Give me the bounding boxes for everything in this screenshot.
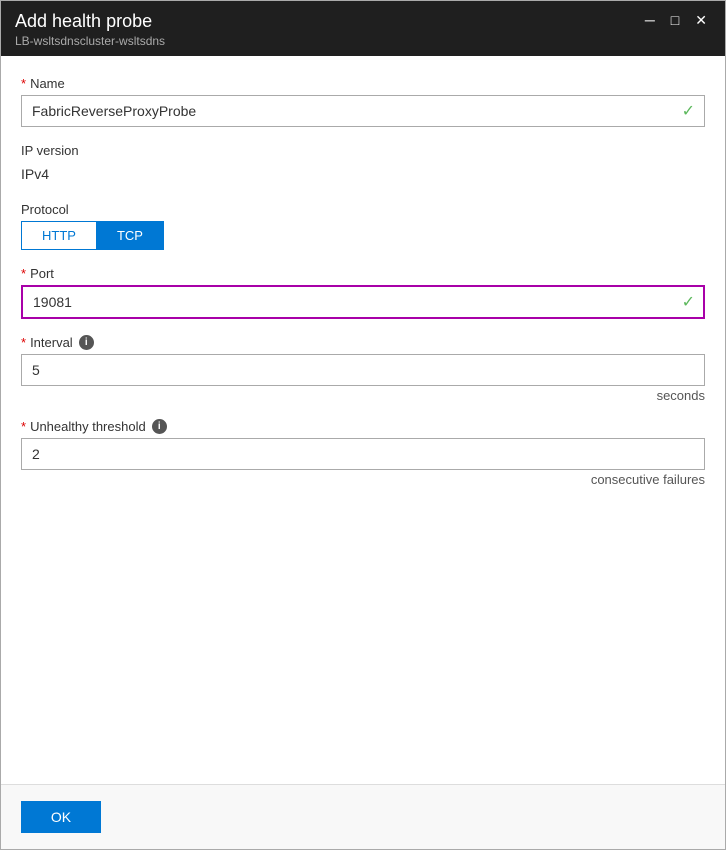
name-required-star: * (21, 76, 26, 91)
title-bar-left: Add health probe LB-wsltsdnscluster-wslt… (15, 11, 165, 48)
interval-unit-text: seconds (657, 388, 705, 403)
add-health-probe-window: Add health probe LB-wsltsdnscluster-wslt… (0, 0, 726, 850)
unhealthy-unit-text: consecutive failures (591, 472, 705, 487)
ok-button[interactable]: OK (21, 801, 101, 833)
ip-version-label: IP version (21, 143, 705, 158)
name-input-wrapper: ✓ (21, 95, 705, 127)
interval-label-text: Interval (30, 335, 73, 350)
protocol-tcp-button[interactable]: TCP (96, 221, 164, 250)
interval-field-group: * Interval i seconds (21, 335, 705, 403)
protocol-field-group: Protocol HTTP TCP (21, 202, 705, 250)
port-input-wrapper: ✓ (21, 285, 705, 319)
interval-required-star: * (21, 335, 26, 350)
interval-input[interactable] (21, 354, 705, 386)
restore-button[interactable]: □ (667, 11, 683, 29)
ip-version-field-group: IP version IPv4 (21, 143, 705, 186)
protocol-http-button[interactable]: HTTP (21, 221, 96, 250)
port-input[interactable] (21, 285, 705, 319)
port-label-text: Port (30, 266, 54, 281)
name-check-icon: ✓ (682, 101, 695, 121)
window-controls: ─ □ ✕ (641, 11, 711, 29)
unhealthy-label: * Unhealthy threshold i (21, 419, 705, 434)
name-field-group: * Name ✓ (21, 76, 705, 127)
protocol-toggle-group: HTTP TCP (21, 221, 705, 250)
unhealthy-input[interactable] (21, 438, 705, 470)
name-label-text: Name (30, 76, 65, 91)
interval-unit-row: seconds (21, 388, 705, 403)
name-label: * Name (21, 76, 705, 91)
interval-label: * Interval i (21, 335, 705, 350)
name-input[interactable] (21, 95, 705, 127)
unhealthy-required-star: * (21, 419, 26, 434)
port-check-icon: ✓ (682, 292, 695, 312)
form-content: * Name ✓ IP version IPv4 Protocol HTTP T… (1, 56, 725, 784)
window-title: Add health probe (15, 11, 165, 32)
interval-info-icon[interactable]: i (79, 335, 94, 350)
port-required-star: * (21, 266, 26, 281)
unhealthy-unit-row: consecutive failures (21, 472, 705, 487)
port-field-group: * Port ✓ (21, 266, 705, 319)
window-subtitle: LB-wsltsdnscluster-wsltsdns (15, 34, 165, 48)
close-button[interactable]: ✕ (691, 11, 711, 29)
footer: OK (1, 784, 725, 849)
ip-version-value: IPv4 (21, 162, 705, 186)
unhealthy-info-icon[interactable]: i (152, 419, 167, 434)
protocol-label: Protocol (21, 202, 705, 217)
minimize-button[interactable]: ─ (641, 11, 659, 29)
port-label: * Port (21, 266, 705, 281)
unhealthy-threshold-field-group: * Unhealthy threshold i consecutive fail… (21, 419, 705, 487)
protocol-label-text: Protocol (21, 202, 69, 217)
unhealthy-label-text: Unhealthy threshold (30, 419, 146, 434)
title-bar: Add health probe LB-wsltsdnscluster-wslt… (1, 1, 725, 56)
ip-version-label-text: IP version (21, 143, 79, 158)
